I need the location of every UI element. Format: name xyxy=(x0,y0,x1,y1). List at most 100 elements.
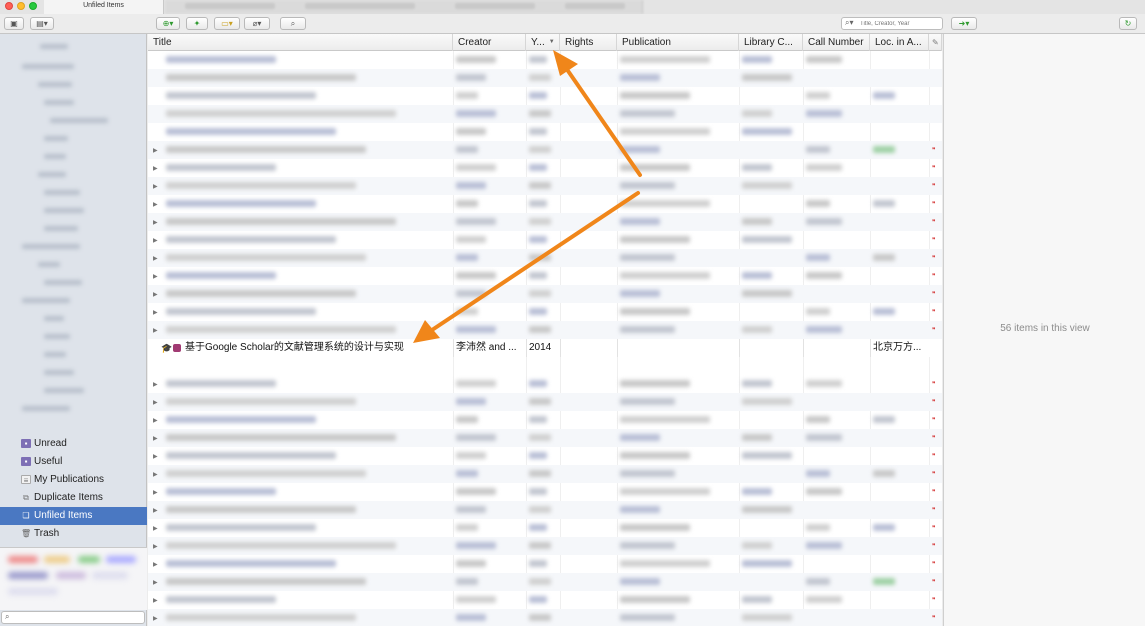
blurred-item-row[interactable]: ▶❞ xyxy=(148,141,942,159)
minimize-window-button[interactable] xyxy=(17,2,25,10)
blurred-item-row[interactable] xyxy=(148,123,942,141)
blurred-item-row[interactable]: ▶❞ xyxy=(148,483,942,501)
column-header-loc-in-archive[interactable]: Loc. in A... xyxy=(870,34,929,51)
expand-twisty-icon[interactable]: ▶ xyxy=(153,507,158,514)
blurred-item-row[interactable]: ▶❞ xyxy=(148,501,942,519)
blurred-item-row[interactable]: ▶❞ xyxy=(148,573,942,591)
expand-twisty-icon[interactable]: ▶ xyxy=(153,525,158,532)
column-header-year[interactable]: Y... ▼ xyxy=(526,34,560,51)
blurred-cell xyxy=(529,398,551,405)
blurred-item-row[interactable]: ▶❞ xyxy=(148,555,942,573)
blurred-item-row[interactable] xyxy=(148,105,942,123)
blurred-item-row[interactable]: ▶❞ xyxy=(148,375,942,393)
column-header-title[interactable]: Title xyxy=(148,34,453,51)
blurred-item-row[interactable]: ▶❞ xyxy=(148,267,942,285)
collection-trash[interactable]: 🗑 Trash xyxy=(0,525,147,543)
blurred-cell xyxy=(620,308,690,315)
column-header-creator[interactable]: Creator xyxy=(453,34,526,51)
locate-button[interactable]: ➜▾ xyxy=(951,17,977,30)
expand-twisty-icon[interactable]: ▶ xyxy=(153,291,158,298)
collection-useful[interactable]: ▪ Useful xyxy=(0,453,147,471)
advanced-search-button[interactable]: ⌕ xyxy=(280,17,306,30)
window-tab-title[interactable]: Unfiled Items xyxy=(44,0,164,14)
blurred-cell xyxy=(166,614,356,621)
highlighted-item-row[interactable]: 🎓 基于Google Scholar的文献管理系统的设计与实现 李沛然 and … xyxy=(148,339,942,357)
blurred-item-row[interactable]: ▶❞ xyxy=(148,195,942,213)
expand-twisty-icon[interactable]: ▶ xyxy=(153,543,158,550)
blurred-item-row[interactable] xyxy=(148,51,942,69)
blurred-cell xyxy=(456,182,486,189)
blurred-item-row[interactable]: ▶❞ xyxy=(148,177,942,195)
blurred-item-row[interactable]: ▶❞ xyxy=(148,411,942,429)
blurred-item-row[interactable]: ▶❞ xyxy=(148,249,942,267)
collection-my-publications[interactable]: ≡ My Publications xyxy=(0,471,147,489)
close-window-button[interactable] xyxy=(5,2,13,10)
add-attachment-button[interactable]: ⌀▾ xyxy=(244,17,270,30)
blurred-cell xyxy=(456,434,496,441)
blurred-item-row[interactable]: ▶❞ xyxy=(148,231,942,249)
collection-duplicate-items[interactable]: ⧉ Duplicate Items xyxy=(0,489,147,507)
collection-unfiled-items[interactable]: ❏ Unfiled Items xyxy=(0,507,147,525)
attachment-marker-icon: ❞ xyxy=(932,292,936,298)
colored-tag-icon xyxy=(173,344,181,352)
search-field[interactable]: ⌕▾ xyxy=(841,17,943,30)
expand-twisty-icon[interactable]: ▶ xyxy=(153,255,158,262)
attachment-marker-icon: ❞ xyxy=(932,472,936,478)
add-by-identifier-button[interactable]: ✦ xyxy=(186,17,208,30)
expand-twisty-icon[interactable]: ▶ xyxy=(153,381,158,388)
expand-twisty-icon[interactable]: ▶ xyxy=(153,597,158,604)
expand-twisty-icon[interactable]: ▶ xyxy=(153,309,158,316)
expand-twisty-icon[interactable]: ▶ xyxy=(153,417,158,424)
column-header-rights[interactable]: Rights xyxy=(560,34,617,51)
blurred-item-row[interactable]: ▶❞ xyxy=(148,285,942,303)
new-note-button[interactable]: ▭▾ xyxy=(214,17,240,30)
blurred-item-row[interactable]: ▶❞ xyxy=(148,465,942,483)
expand-twisty-icon[interactable]: ▶ xyxy=(153,165,158,172)
tag-filter-field[interactable]: ⌕ xyxy=(1,611,145,624)
blurred-item-row[interactable] xyxy=(148,87,942,105)
blurred-cell xyxy=(456,398,486,405)
blurred-item-row[interactable]: ▶❞ xyxy=(148,213,942,231)
column-header-publication[interactable]: Publication xyxy=(617,34,739,51)
expand-twisty-icon[interactable]: ▶ xyxy=(153,237,158,244)
blurred-tags xyxy=(0,548,147,610)
blurred-cell xyxy=(620,182,675,189)
new-collection-button[interactable]: ▣ xyxy=(4,17,24,30)
blurred-cell xyxy=(620,146,660,153)
expand-twisty-icon[interactable]: ▶ xyxy=(153,183,158,190)
blurred-item-row[interactable]: ▶❞ xyxy=(148,519,942,537)
expand-twisty-icon[interactable]: ▶ xyxy=(153,273,158,280)
column-header-call-number[interactable]: Call Number xyxy=(803,34,870,51)
blurred-item-row[interactable]: ▶❞ xyxy=(148,159,942,177)
expand-twisty-icon[interactable]: ▶ xyxy=(153,615,158,622)
blurred-item-row[interactable]: ▶❞ xyxy=(148,303,942,321)
expand-twisty-icon[interactable]: ▶ xyxy=(153,471,158,478)
expand-twisty-icon[interactable]: ▶ xyxy=(153,327,158,334)
expand-twisty-icon[interactable]: ▶ xyxy=(153,579,158,586)
expand-twisty-icon[interactable]: ▶ xyxy=(153,489,158,496)
search-input[interactable] xyxy=(860,19,940,29)
blurred-item-row[interactable]: ▶❞ xyxy=(148,393,942,411)
column-picker-icon[interactable]: ✎ xyxy=(929,34,942,51)
sync-button[interactable]: ↻ xyxy=(1119,17,1137,30)
blurred-cell xyxy=(806,308,830,315)
collection-unread[interactable]: ▪ Unread xyxy=(0,435,147,453)
blurred-item-row[interactable]: ▶❞ xyxy=(148,321,942,339)
new-library-menu-button[interactable]: ▤▾ xyxy=(30,17,54,30)
new-item-button[interactable]: ⊕▾ xyxy=(156,17,180,30)
blurred-item-row[interactable]: ▶❞ xyxy=(148,537,942,555)
zoom-window-button[interactable] xyxy=(29,2,37,10)
expand-twisty-icon[interactable]: ▶ xyxy=(153,219,158,226)
blurred-item-row[interactable]: ▶❞ xyxy=(148,429,942,447)
expand-twisty-icon[interactable]: ▶ xyxy=(153,453,158,460)
expand-twisty-icon[interactable]: ▶ xyxy=(153,201,158,208)
expand-twisty-icon[interactable]: ▶ xyxy=(153,561,158,568)
blurred-item-row[interactable] xyxy=(148,69,942,87)
column-header-library-catalog[interactable]: Library C... xyxy=(739,34,803,51)
blurred-item-row[interactable]: ▶❞ xyxy=(148,591,942,609)
blurred-item-row[interactable]: ▶❞ xyxy=(148,609,942,626)
expand-twisty-icon[interactable]: ▶ xyxy=(153,147,158,154)
expand-twisty-icon[interactable]: ▶ xyxy=(153,399,158,406)
blurred-item-row[interactable]: ▶❞ xyxy=(148,447,942,465)
expand-twisty-icon[interactable]: ▶ xyxy=(153,435,158,442)
